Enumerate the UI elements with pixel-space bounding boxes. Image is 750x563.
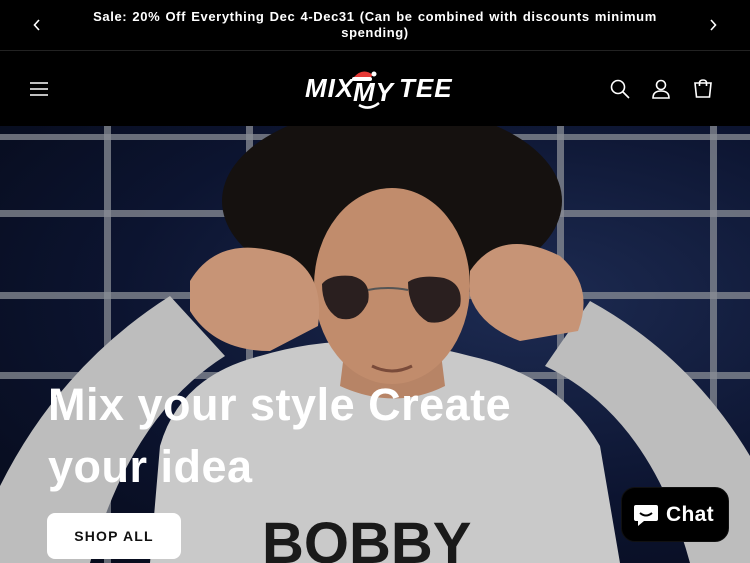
cart-button[interactable]	[689, 75, 717, 103]
shop-all-button[interactable]: SHOP ALL	[47, 513, 181, 559]
hero-title: Mix your style Create your idea	[48, 379, 512, 492]
logo-graphic: MIX MY TEE	[305, 71, 453, 109]
chevron-left-icon	[33, 19, 40, 31]
chat-widget-button[interactable]: Chat	[621, 487, 729, 542]
cart-icon	[694, 79, 712, 98]
site-logo[interactable]: MIX MY TEE	[298, 66, 454, 112]
chevron-right-icon	[710, 19, 717, 31]
site-header: MIX MY TEE	[0, 52, 750, 126]
account-icon	[652, 79, 670, 99]
previous-announcement-button[interactable]	[26, 14, 48, 36]
search-icon	[610, 79, 630, 99]
search-button[interactable]	[606, 75, 634, 103]
shirt-print-text: BOBBY	[262, 511, 471, 563]
menu-button[interactable]	[25, 75, 53, 103]
announcement-text: Sale: 20% Off Everything Dec 4-Dec31 (Ca…	[93, 9, 657, 40]
svg-text:MIX: MIX	[305, 73, 355, 103]
svg-text:TEE: TEE	[399, 73, 453, 103]
account-button[interactable]	[647, 75, 675, 103]
menu-icon	[30, 82, 48, 96]
chat-label: Chat	[666, 502, 714, 526]
announcement-bar: Sale: 20% Off Everything Dec 4-Dec31 (Ca…	[0, 0, 750, 51]
svg-text:MY: MY	[353, 77, 396, 107]
next-announcement-button[interactable]	[702, 14, 724, 36]
chat-bubble-icon	[634, 504, 658, 526]
